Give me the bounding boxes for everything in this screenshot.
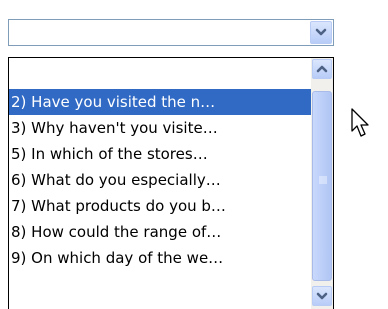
dropdown-list-panel: 2) Have you visited the n… 3) Why haven'… (8, 57, 334, 309)
list-item-blank[interactable] (9, 58, 311, 89)
vertical-scrollbar[interactable] (311, 58, 333, 309)
chevron-up-icon (316, 65, 328, 73)
list-item[interactable]: 6) What do you especially… (9, 167, 311, 193)
list-item[interactable]: 5) In which of the stores… (9, 141, 311, 167)
list-item[interactable]: 3) Why haven't you visite… (9, 115, 311, 141)
chevron-down-icon (316, 292, 328, 300)
dropdown-button[interactable] (310, 21, 332, 44)
list-item[interactable]: 2) Have you visited the n… (9, 89, 311, 115)
scroll-down-button[interactable] (312, 286, 332, 306)
list-item[interactable]: 9) On which day of the we… (9, 245, 311, 271)
list-item[interactable]: 8) How could the range of… (9, 219, 311, 245)
list-item[interactable]: 7) What products do you b… (9, 193, 311, 219)
scroll-up-button[interactable] (312, 59, 332, 79)
question-combobox[interactable] (8, 19, 334, 46)
question-list: 2) Have you visited the n… 3) Why haven'… (9, 58, 311, 271)
chevron-down-icon (315, 28, 327, 36)
scroll-thumb[interactable] (312, 91, 332, 281)
grip-icon (319, 176, 327, 184)
pointer-arrow-icon (351, 108, 369, 137)
